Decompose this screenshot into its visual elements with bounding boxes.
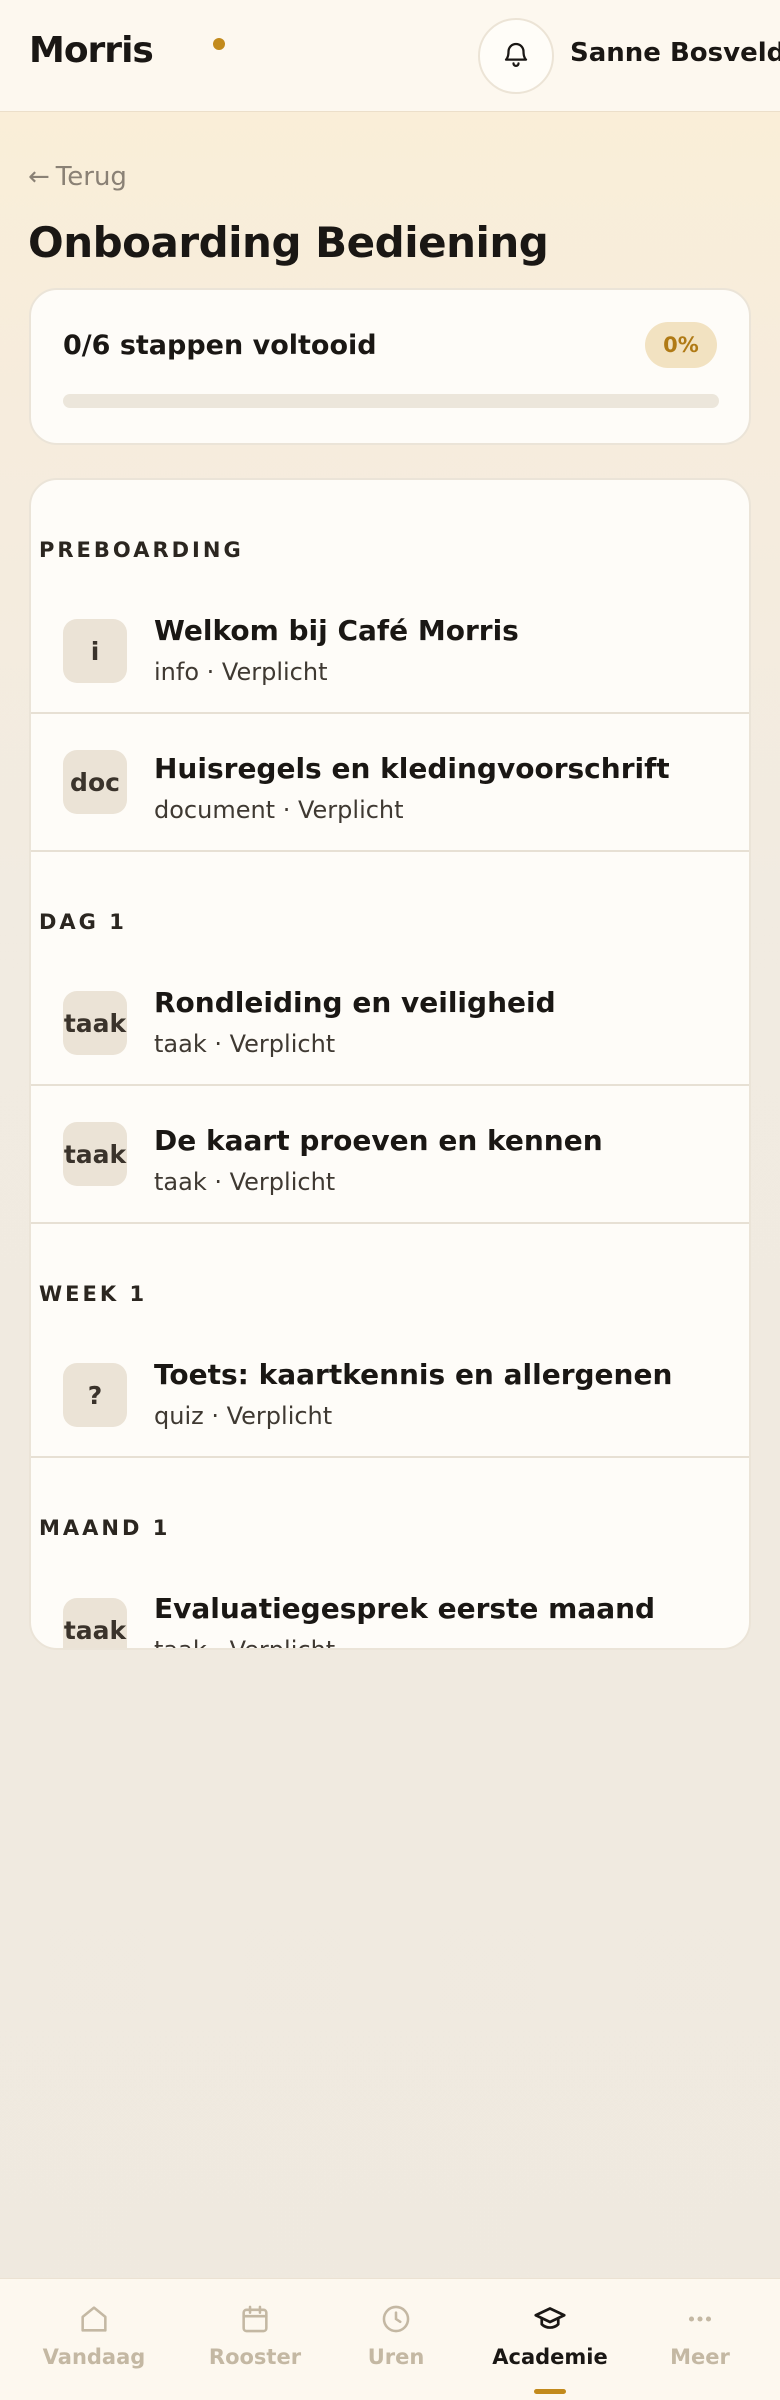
nav-item-rooster[interactable]: Rooster — [180, 2279, 330, 2400]
steps-list: PREBOARDING i Welkom bij Café Morris inf… — [29, 478, 751, 1650]
step-item[interactable]: doc Huisregels en kledingvoorschrift doc… — [31, 714, 749, 852]
user-name[interactable]: Sanne Bosveld — [570, 38, 780, 68]
graduation-cap-icon — [532, 2301, 568, 2337]
progress-bar — [63, 394, 719, 408]
home-icon — [77, 2301, 111, 2337]
step-meta: info · Verplicht — [154, 658, 328, 686]
nav-label: Vandaag — [42, 2345, 146, 2369]
step-item[interactable]: taak De kaart proeven en kennen taak · V… — [31, 1086, 749, 1224]
back-label: Terug — [55, 162, 127, 192]
step-item[interactable]: taak Evaluatiegesprek eerste maand taak … — [31, 1568, 749, 1650]
page-title: Onboarding Bediening — [28, 218, 549, 267]
step-meta: taak · Verplicht — [154, 1636, 336, 1650]
back-arrow-icon: ← — [28, 162, 50, 192]
step-item[interactable]: i Welkom bij Café Morris info · Verplich… — [31, 590, 749, 714]
quiz-icon: ? — [63, 1363, 127, 1427]
nav-item-meer[interactable]: Meer — [640, 2279, 760, 2400]
nav-item-vandaag[interactable]: Vandaag — [20, 2279, 168, 2400]
calendar-icon — [238, 2301, 272, 2337]
section-heading: PREBOARDING — [39, 538, 244, 562]
step-title: Welkom bij Café Morris — [154, 614, 519, 647]
step-title: Rondleiding en veiligheid — [154, 986, 556, 1019]
bell-icon — [501, 39, 531, 73]
progress-percent-badge: 0% — [645, 322, 717, 368]
step-title: Toets: kaartkennis en allergenen — [154, 1358, 673, 1391]
task-icon: taak — [63, 1598, 127, 1648]
progress-card: 0/6 stappen voltooid 0% — [29, 288, 751, 445]
task-icon: taak — [63, 1122, 127, 1186]
step-meta: quiz · Verplicht — [154, 1402, 333, 1430]
info-icon: i — [63, 619, 127, 683]
notifications-button[interactable] — [478, 18, 554, 94]
nav-label: Academie — [492, 2345, 608, 2369]
step-title: Evaluatiegesprek eerste maand — [154, 1592, 656, 1625]
bottom-nav: Vandaag Rooster Uren Academie Meer — [0, 2278, 780, 2400]
logo-dot — [213, 38, 225, 50]
active-indicator — [534, 2389, 566, 2394]
document-icon: doc — [63, 750, 127, 814]
nav-item-academie[interactable]: Academie — [470, 2279, 630, 2400]
step-meta: taak · Verplicht — [154, 1030, 336, 1058]
nav-label: Meer — [670, 2345, 730, 2369]
step-item[interactable]: taak Rondleiding en veiligheid taak · Ve… — [31, 962, 749, 1086]
step-meta: document · Verplicht — [154, 796, 404, 824]
back-link[interactable]: ← Terug — [28, 162, 127, 192]
nav-item-uren[interactable]: Uren — [336, 2279, 456, 2400]
step-item[interactable]: ? Toets: kaartkennis en allergenen quiz … — [31, 1334, 749, 1458]
section-heading: MAAND 1 — [39, 1516, 171, 1540]
section-heading: WEEK 1 — [39, 1282, 148, 1306]
step-meta: taak · Verplicht — [154, 1168, 336, 1196]
nav-label: Rooster — [208, 2345, 302, 2369]
task-icon: taak — [63, 991, 127, 1055]
nav-label: Uren — [367, 2345, 425, 2369]
top-bar: Morris Sanne Bosveld — [0, 0, 780, 112]
step-title: De kaart proeven en kennen — [154, 1124, 603, 1157]
step-title: Huisregels en kledingvoorschrift — [154, 752, 670, 785]
clock-icon — [379, 2301, 413, 2337]
more-icon — [683, 2301, 717, 2337]
progress-summary: 0/6 stappen voltooid — [63, 330, 377, 361]
section-heading: DAG 1 — [39, 910, 127, 934]
logo[interactable]: Morris — [29, 30, 154, 71]
